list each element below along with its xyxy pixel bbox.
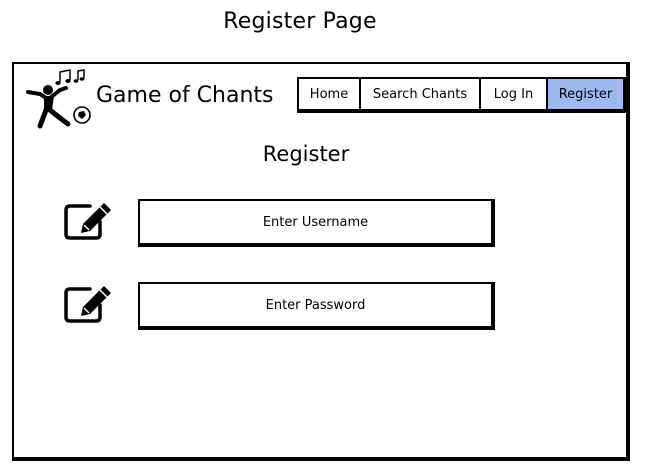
- app-name: Game of Chants: [96, 83, 274, 108]
- edit-icon: [64, 203, 111, 240]
- main-nav: Home Search Chants Log In Register: [297, 77, 627, 113]
- form-heading: Register: [262, 142, 350, 166]
- app-window: [12, 62, 630, 461]
- password-input[interactable]: Enter Password: [138, 282, 495, 330]
- username-input[interactable]: Enter Username: [138, 199, 495, 247]
- edit-icon: [64, 286, 111, 323]
- page-title: Register Page: [223, 9, 377, 34]
- nav-log-in[interactable]: Log In: [481, 79, 548, 109]
- nav-register[interactable]: Register: [548, 79, 623, 109]
- chanting-fan-logo-icon: [26, 69, 91, 129]
- nav-home[interactable]: Home: [299, 79, 361, 109]
- nav-search-chants[interactable]: Search Chants: [361, 79, 481, 109]
